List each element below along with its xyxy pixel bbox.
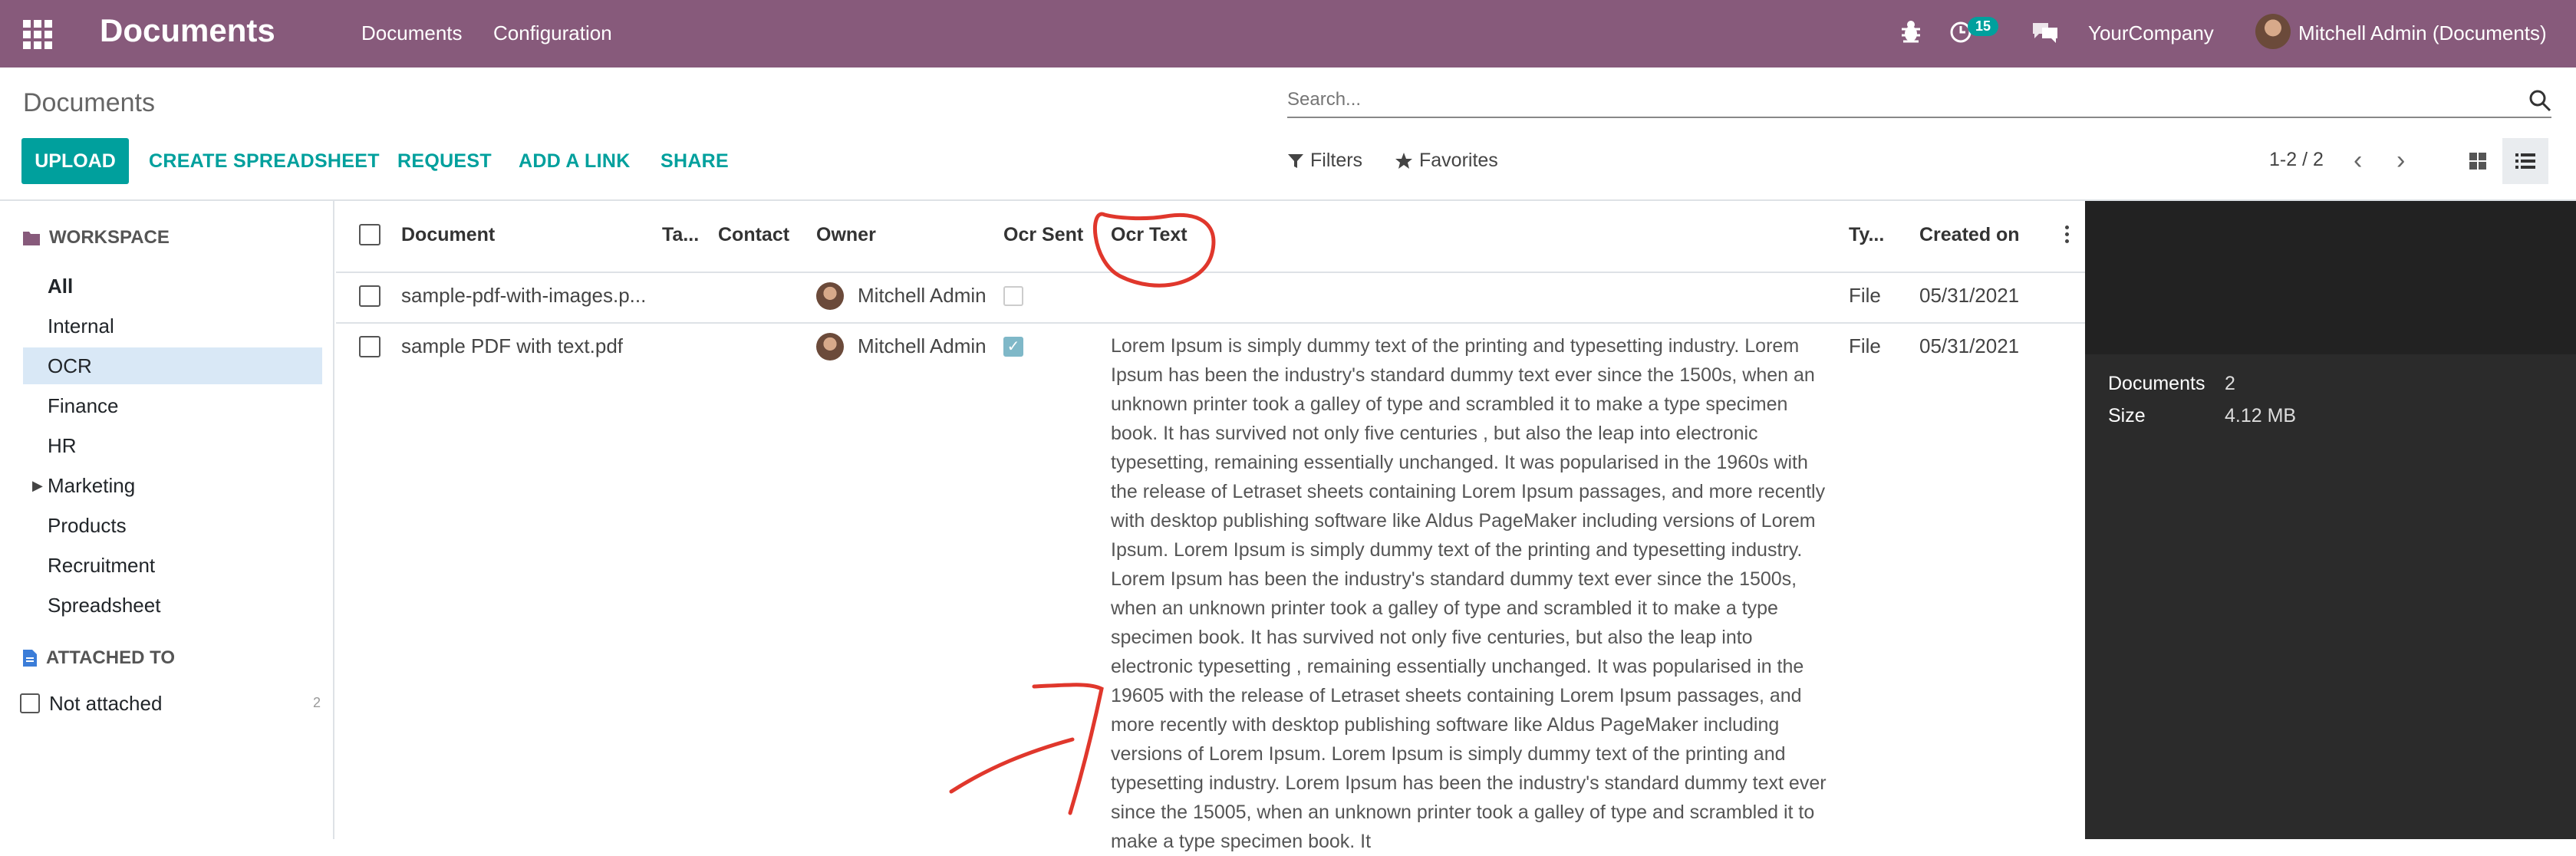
menu-configuration[interactable]: Configuration xyxy=(493,21,612,45)
sidebar-item-marketing[interactable]: ▶ Marketing xyxy=(23,467,322,504)
ocr-sent-checkbox[interactable]: ✓ xyxy=(1003,337,1023,357)
not-attached-count: 2 xyxy=(312,695,321,710)
inspector-documents-value: 2 xyxy=(2225,373,2235,394)
company-switcher[interactable]: YourCompany xyxy=(2088,21,2214,45)
sidebar-item-recruitment[interactable]: Recruitment xyxy=(23,547,322,584)
owner-avatar xyxy=(816,282,844,310)
user-avatar[interactable] xyxy=(2255,14,2291,49)
header-tags[interactable]: Ta... xyxy=(662,224,699,246)
owner-name: Mitchell Admin xyxy=(858,284,987,307)
discuss-chat-icon[interactable] xyxy=(2031,20,2059,44)
owner-avatar xyxy=(816,333,844,361)
created-on: 05/31/2021 xyxy=(1919,334,2020,357)
select-all-checkbox[interactable] xyxy=(359,224,380,245)
ocr-text-content: Lorem Ipsum is simply dummy text of the … xyxy=(1111,335,1827,852)
user-menu[interactable]: Mitchell Admin (Documents) xyxy=(2298,21,2547,45)
pager-previous-icon[interactable]: ‹ xyxy=(2354,146,2362,176)
not-attached-filter[interactable]: Not attached 2 xyxy=(20,690,321,718)
header-divider xyxy=(336,272,2085,273)
document-type: File xyxy=(1849,284,1881,307)
created-on: 05/31/2021 xyxy=(1919,284,2020,307)
folder-icon xyxy=(23,232,40,245)
workspace-section-header: WORKSPACE xyxy=(23,227,170,249)
top-navbar: Documents Documents Configuration 15 You… xyxy=(0,0,2576,67)
debug-bug-icon[interactable] xyxy=(1899,18,1922,44)
optional-columns-icon[interactable] xyxy=(2065,226,2070,246)
attached-to-section-header: ATTACHED TO xyxy=(23,647,175,669)
menu-documents[interactable]: Documents xyxy=(361,21,463,45)
workspace-sidebar: WORKSPACE All Internal OCR Finance HR ▶ … xyxy=(0,201,334,839)
sidebar-item-hr[interactable]: HR xyxy=(23,427,322,464)
kanban-view-icon xyxy=(2469,153,2486,170)
inspector-size-label: Size xyxy=(2108,405,2146,426)
header-document[interactable]: Document xyxy=(401,224,495,246)
search-icon[interactable] xyxy=(2528,89,2551,112)
header-ocr-text[interactable]: Ocr Text xyxy=(1111,224,1188,246)
star-icon xyxy=(1395,152,1412,169)
filter-icon xyxy=(1288,153,1303,168)
preview-area xyxy=(2085,201,2576,354)
app-title: Documents xyxy=(100,12,275,48)
document-type: File xyxy=(1849,334,1881,357)
workspace-title: WORKSPACE xyxy=(49,227,170,248)
favorites-button[interactable]: Favorites xyxy=(1395,150,1498,172)
document-name[interactable]: sample PDF with text.pdf xyxy=(401,334,623,358)
ocr-sent-checkbox[interactable] xyxy=(1003,286,1023,306)
row-checkbox[interactable] xyxy=(359,336,380,357)
page-title: Documents xyxy=(23,88,155,117)
sidebar-item-all[interactable]: All xyxy=(23,268,322,305)
sidebar-item-products[interactable]: Products xyxy=(23,507,322,544)
pager-value[interactable]: 1-2 / 2 xyxy=(2269,149,2324,171)
search-bar xyxy=(1287,84,2551,118)
sidebar-item-ocr[interactable]: OCR xyxy=(23,347,322,384)
owner-name: Mitchell Admin xyxy=(858,334,987,357)
sidebar-item-marketing-label: Marketing xyxy=(48,473,136,497)
documents-list: Document Ta... Contact Owner Ocr Sent Oc… xyxy=(336,201,2085,852)
sidebar-item-spreadsheet[interactable]: Spreadsheet xyxy=(23,587,322,624)
header-contact[interactable]: Contact xyxy=(718,224,789,246)
row-checkbox[interactable] xyxy=(359,285,380,307)
filters-label: Filters xyxy=(1310,150,1363,171)
apps-menu-icon[interactable] xyxy=(23,20,52,49)
header-type[interactable]: Ty... xyxy=(1849,224,1884,246)
not-attached-checkbox[interactable] xyxy=(20,693,40,713)
document-name[interactable]: sample-pdf-with-images.p... xyxy=(401,284,646,308)
header-ocr-sent[interactable]: Ocr Sent xyxy=(1003,224,1083,246)
row-divider xyxy=(336,322,2085,324)
header-owner[interactable]: Owner xyxy=(816,224,876,246)
sidebar-item-finance[interactable]: Finance xyxy=(23,387,322,424)
not-attached-label: Not attached xyxy=(49,692,163,715)
list-view-icon xyxy=(2515,153,2535,169)
favorites-label: Favorites xyxy=(1419,150,1498,171)
document-inspector: Documents 2 Size 4.12 MB xyxy=(2085,201,2576,839)
header-created-on[interactable]: Created on xyxy=(1919,224,2020,246)
activity-count-badge: 15 xyxy=(1968,17,1999,36)
inspector-documents-label: Documents xyxy=(2108,373,2205,394)
search-input[interactable] xyxy=(1287,84,2515,115)
attached-to-title: ATTACHED TO xyxy=(46,647,175,668)
upload-button[interactable]: UPLOAD xyxy=(21,138,129,184)
document-icon xyxy=(23,650,37,667)
inspector-size-value: 4.12 MB xyxy=(2225,405,2297,426)
add-link-button[interactable]: ADD A LINK xyxy=(519,150,631,173)
list-view-button[interactable] xyxy=(2502,138,2548,184)
caret-right-icon[interactable]: ▶ xyxy=(32,478,43,494)
filters-button[interactable]: Filters xyxy=(1287,150,1362,172)
pager-next-icon[interactable]: › xyxy=(2396,146,2405,176)
sidebar-item-internal[interactable]: Internal xyxy=(23,308,322,344)
kanban-view-button[interactable] xyxy=(2455,138,2501,184)
request-button[interactable]: REQUEST xyxy=(397,150,492,173)
create-spreadsheet-button[interactable]: CREATE SPREADSHEET xyxy=(149,150,380,173)
share-button[interactable]: SHARE xyxy=(660,150,729,173)
